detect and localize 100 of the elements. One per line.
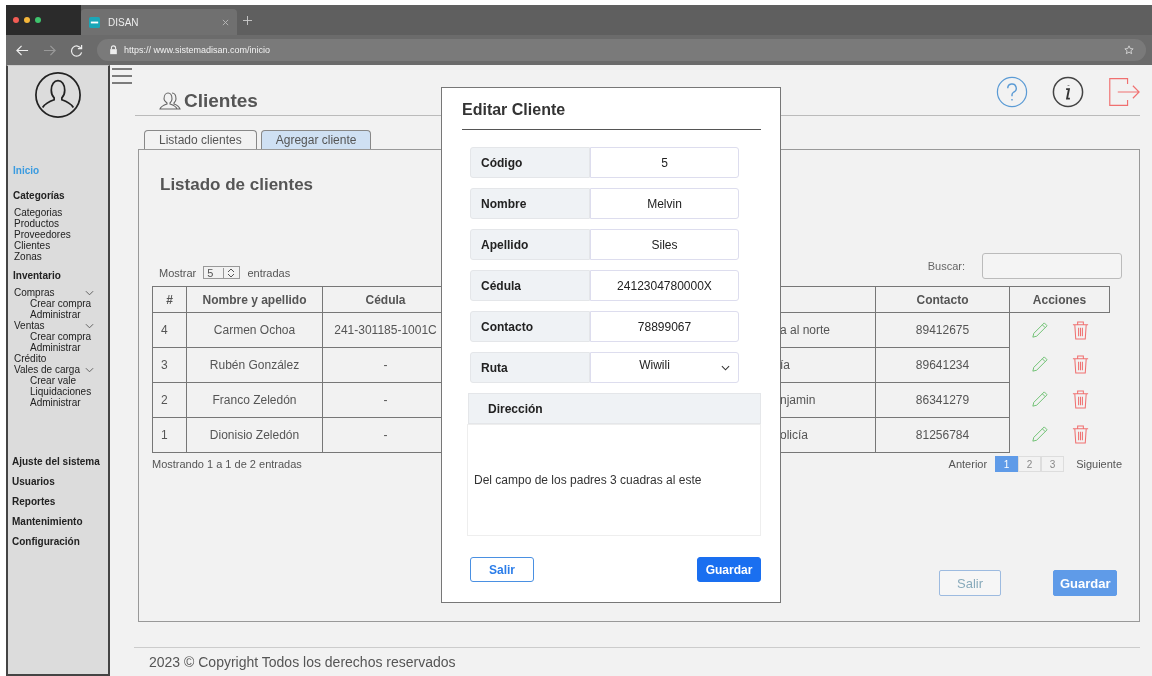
users-icon [159, 91, 181, 111]
address-bar[interactable]: https:// www.sistemadisan.com/inicio [97, 39, 1146, 61]
previous-link[interactable]: Anterior [948, 458, 988, 470]
sidebar-item[interactable]: Mantenimiento [12, 516, 83, 527]
edit-icon[interactable] [1029, 355, 1049, 374]
sidebar-item[interactable]: Vales de carga [14, 364, 80, 375]
input-field[interactable]: Melvin [590, 188, 739, 219]
section-heading: Listado de clientes [160, 175, 315, 195]
help-icon[interactable] [996, 76, 1028, 108]
close-icon[interactable] [222, 18, 229, 26]
logout-icon[interactable] [1108, 76, 1140, 108]
sidebar-item[interactable]: Ventas [14, 320, 45, 331]
field-label: Código [470, 147, 590, 178]
sidebar-item[interactable]: Categorias [14, 207, 63, 218]
sidebar-item[interactable]: Inventario [13, 270, 61, 281]
field-label: Dirección [468, 393, 761, 424]
table-cell: ía [780, 358, 790, 372]
lock-icon [109, 45, 118, 55]
sidebar-item[interactable]: Compras [14, 287, 55, 298]
table-cell: 89641234 [875, 347, 1010, 383]
page-title: Clientes [184, 90, 258, 112]
page-size-field[interactable]: 5 [203, 266, 241, 279]
chevron-icon[interactable] [85, 366, 94, 373]
new-tab-icon[interactable] [243, 15, 252, 25]
show-label: Mostrar [159, 266, 197, 279]
input-field[interactable]: 78899067 [590, 311, 739, 342]
address-field[interactable]: Del campo de los padres 3 cuadras al este [467, 424, 761, 536]
delete-icon[interactable] [1070, 390, 1090, 409]
reload-icon[interactable] [70, 43, 83, 57]
edit-icon[interactable] [1029, 390, 1049, 409]
sidebar-item[interactable]: Administrar [30, 342, 81, 353]
table-cell: njamin [780, 393, 816, 407]
tab[interactable]: Listado clientes [144, 130, 257, 149]
browser-tab[interactable]: DISAN [81, 9, 237, 35]
input-field[interactable]: 5 [590, 147, 739, 178]
tab-title: DISAN [108, 16, 139, 28]
sidebar-item[interactable]: Reportes [12, 496, 56, 507]
column-header: Contacto [875, 286, 1010, 313]
input-field[interactable]: Siles [590, 229, 739, 260]
table-cell: 86341279 [875, 382, 1010, 418]
table-cell: 81256784 [875, 417, 1010, 453]
sidebar-item[interactable]: Categorías [13, 190, 65, 201]
field-label: Nombre [470, 188, 590, 219]
search-field[interactable] [982, 253, 1122, 279]
info-icon[interactable] [1052, 76, 1084, 108]
save-button[interactable]: Guardar [697, 557, 761, 582]
dialog-title: Editar Cliente [462, 101, 761, 130]
field-label: Cédula [470, 270, 590, 301]
sidebar-item[interactable]: Proveedores [14, 229, 71, 240]
table-cell: 2 [152, 382, 187, 418]
table-cell: Rubén González [186, 347, 323, 383]
field-label: Ruta [470, 352, 590, 383]
sidebar-item[interactable]: Configuración [12, 536, 80, 547]
sidebar-item[interactable]: Crear compra [30, 331, 92, 342]
edit-icon[interactable] [1029, 320, 1049, 340]
delete-icon[interactable] [1070, 320, 1090, 340]
table-cell: olicía [780, 428, 808, 442]
exit-button[interactable]: Salir [470, 557, 534, 582]
column-header: # [152, 286, 187, 313]
sidebar-item[interactable]: Administrar [30, 309, 81, 320]
sidebar-item[interactable]: Productos [14, 218, 60, 229]
table-cell: 1 [152, 417, 187, 453]
chevron-icon[interactable] [85, 322, 94, 329]
table-cell: 3 [152, 347, 187, 383]
delete-icon[interactable] [1070, 355, 1090, 374]
stepper-icon[interactable] [223, 267, 237, 278]
back-icon[interactable] [16, 43, 29, 57]
sidebar-item[interactable]: Crédito [14, 353, 47, 364]
entries-info: Mostrando 1 a 1 de 2 entradas [152, 458, 302, 470]
sidebar-item[interactable]: Liquidaciones [30, 386, 92, 397]
table-cell: 89412675 [875, 312, 1010, 348]
column-header: Acciones [1009, 286, 1110, 313]
star-icon[interactable] [1124, 45, 1134, 55]
field-label: Apellido [470, 229, 590, 260]
column-header: Nombre y apellido [186, 286, 323, 313]
table-cell: Franco Zeledón [186, 382, 323, 418]
sidebar-item[interactable]: Clientes [14, 240, 51, 251]
next-link[interactable]: Siguiente [1076, 458, 1122, 470]
chevron-icon[interactable] [85, 289, 94, 296]
table-cell: Dionisio Zeledón [186, 417, 323, 453]
sidebar-item[interactable]: Zonas [14, 251, 42, 262]
site-icon [89, 16, 100, 28]
sidebar-item[interactable]: Ajuste del sistema [12, 456, 100, 467]
menu-icon[interactable] [112, 68, 132, 84]
table-cell: Carmen Ochoa [186, 312, 323, 348]
field-label: Contacto [470, 311, 590, 342]
sidebar-item[interactable]: Usuarios [12, 476, 55, 487]
edit-icon[interactable] [1029, 425, 1049, 444]
sidebar-item[interactable]: Crear vale [30, 375, 77, 386]
copyright-text: 2023 © Copyright Todos los derechos reservados [134, 647, 1140, 676]
input-field[interactable]: 2412304780000X [590, 270, 739, 301]
sidebar-item[interactable]: Crear compra [30, 298, 92, 309]
sidebar-item[interactable]: Administrar [30, 397, 81, 408]
chevron-icon [721, 365, 730, 371]
forward-icon[interactable] [43, 43, 56, 57]
route-select[interactable]: Wiwili [590, 352, 739, 383]
tab[interactable]: Agregar cliente [260, 130, 372, 149]
delete-icon[interactable] [1070, 425, 1090, 444]
table-cell: 4 [152, 312, 187, 348]
user-avatar-icon[interactable] [34, 71, 82, 119]
